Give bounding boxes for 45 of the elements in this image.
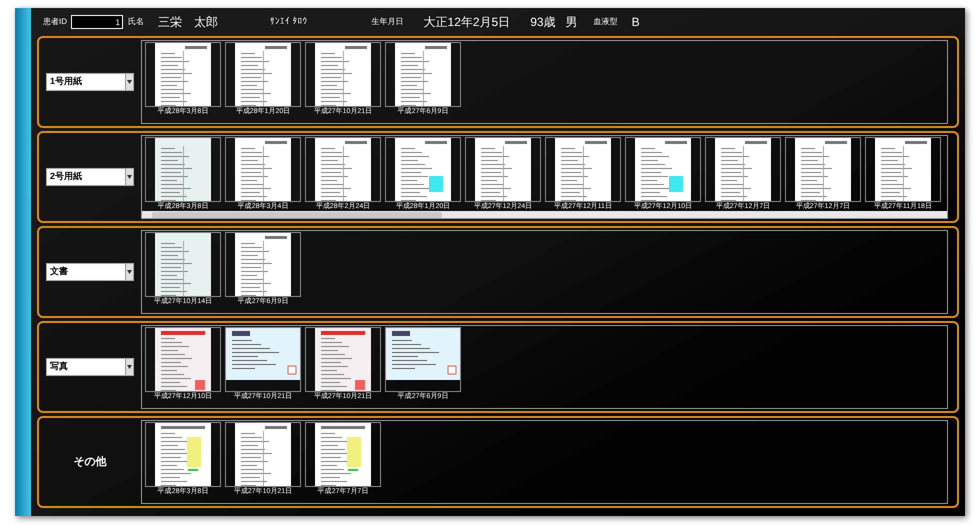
scanned-document-thumbnail[interactable] bbox=[315, 423, 371, 486]
scanned-document-thumbnail[interactable] bbox=[155, 233, 211, 296]
scanned-document-thumbnail[interactable] bbox=[315, 138, 371, 201]
scanned-slip-thumbnail[interactable] bbox=[315, 328, 371, 391]
caret-icon bbox=[127, 80, 132, 84]
age: 93歳 bbox=[530, 14, 556, 31]
scanned-document-thumbnail[interactable] bbox=[155, 423, 211, 486]
blood-type: B bbox=[632, 14, 640, 31]
sex: 男 bbox=[566, 14, 578, 31]
horizontal-scrollbar[interactable] bbox=[142, 211, 947, 218]
caret-icon bbox=[127, 365, 132, 369]
scanned-document-thumbnail[interactable] bbox=[555, 138, 611, 201]
scanned-slip-thumbnail[interactable] bbox=[226, 328, 300, 380]
scanned-document-thumbnail[interactable] bbox=[635, 138, 691, 201]
patient-id-field[interactable]: 1 bbox=[71, 15, 123, 29]
scrollbar-thumb[interactable] bbox=[152, 212, 442, 218]
category-dropdown[interactable]: 写真 bbox=[46, 358, 134, 376]
scanned-document-thumbnail[interactable] bbox=[715, 138, 771, 201]
category-label: その他 bbox=[74, 454, 106, 470]
scanned-document-thumbnail[interactable] bbox=[395, 43, 451, 106]
caret-icon bbox=[127, 175, 132, 179]
scanned-slip-thumbnail[interactable] bbox=[386, 328, 460, 380]
scanned-document-thumbnail[interactable] bbox=[235, 233, 291, 296]
scanned-document-thumbnail[interactable] bbox=[155, 138, 211, 201]
scanned-document-thumbnail[interactable] bbox=[235, 43, 291, 106]
patient-kana: ｻﾝｴｲ ﾀﾛｳ bbox=[270, 15, 308, 28]
scanned-slip-thumbnail[interactable] bbox=[155, 328, 211, 391]
category-dropdown[interactable]: 文書 bbox=[46, 263, 134, 281]
patient-name: 三栄 太郎 bbox=[158, 14, 218, 31]
blood-type-label: 血液型 bbox=[594, 16, 618, 28]
scanned-document-thumbnail[interactable] bbox=[155, 43, 211, 106]
scanned-document-thumbnail[interactable] bbox=[875, 138, 931, 201]
scanned-document-thumbnail[interactable] bbox=[235, 423, 291, 486]
scanned-document-thumbnail[interactable] bbox=[235, 138, 291, 201]
caret-icon bbox=[127, 270, 132, 274]
scanned-document-thumbnail[interactable] bbox=[395, 138, 451, 201]
scanned-document-thumbnail[interactable] bbox=[315, 43, 371, 106]
scanned-document-thumbnail[interactable] bbox=[795, 138, 851, 201]
name-label: 氏名 bbox=[128, 16, 144, 28]
birth-date-label: 生年月日 bbox=[372, 16, 404, 28]
birth-date: 大正12年2月5日 bbox=[424, 14, 510, 31]
category-dropdown[interactable]: 1号用紙 bbox=[46, 73, 134, 91]
scanned-document-thumbnail[interactable] bbox=[475, 138, 531, 201]
patient-id-label: 患者ID bbox=[43, 16, 67, 28]
category-dropdown[interactable]: 2号用紙 bbox=[46, 168, 134, 186]
